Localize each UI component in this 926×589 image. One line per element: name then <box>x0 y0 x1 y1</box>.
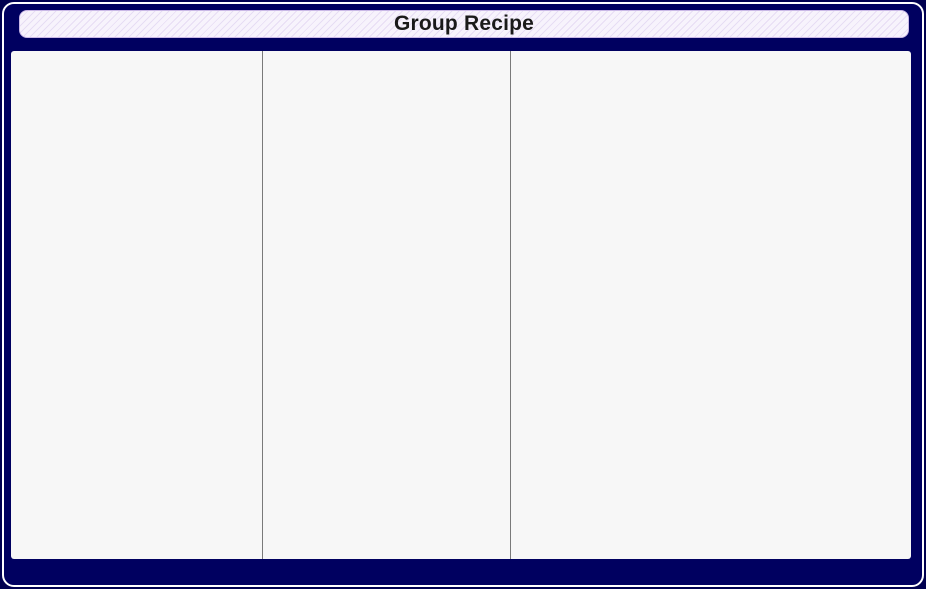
title-bar: Group Recipe <box>19 10 909 38</box>
group-recipe-window: Group Recipe <box>2 2 924 587</box>
right-pane[interactable] <box>511 51 911 559</box>
window-title: Group Recipe <box>393 12 535 35</box>
content-area <box>11 51 911 559</box>
middle-pane[interactable] <box>263 51 511 559</box>
left-pane[interactable] <box>11 51 263 559</box>
